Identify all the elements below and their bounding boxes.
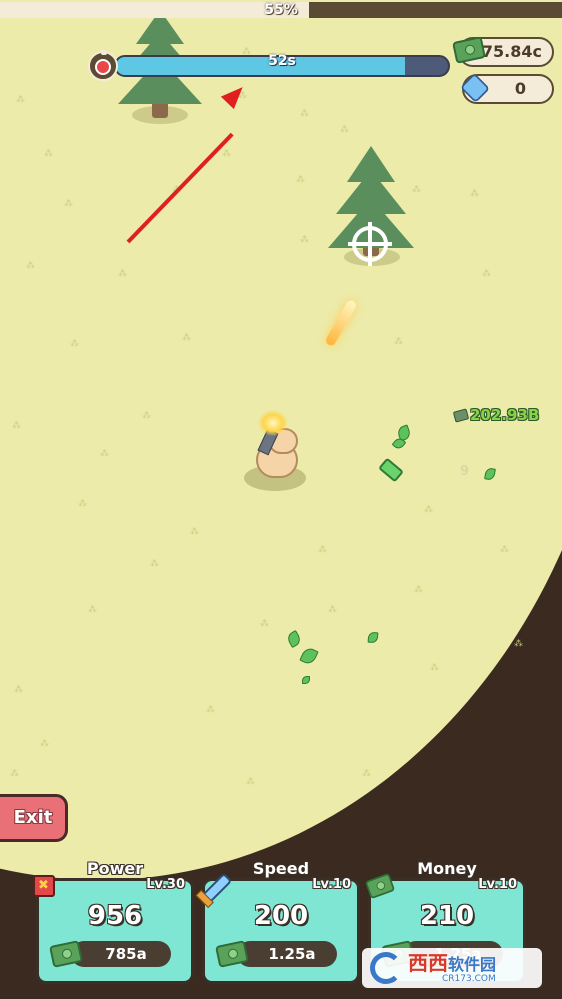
upgrade-value: 210 [419,901,475,931]
grass-tuft: ⁂ [100,449,109,459]
faded-reward: 9 [460,464,470,479]
watermark-brand: 西西 [408,951,448,975]
cash-icon [215,940,249,968]
watermark-logo-icon [370,952,402,984]
watermark-site: CR173.COM [442,974,496,984]
gem-amount: 0 [514,79,526,98]
grass-tuft: ⁂ [482,269,491,279]
grass-tuft: ⁂ [260,619,269,629]
grass-tuft: ⁂ [10,769,19,779]
upgrade-cost: 1.25a [237,941,337,967]
grass-tuft: ⁂ [300,235,309,245]
stopwatch-icon [88,50,118,81]
upgrade-title: Money [417,859,477,878]
grass-tuft: ⁂ [296,175,305,185]
grass-tuft: ⁂ [142,411,151,421]
floating-reward: 202.93B [452,406,540,424]
upgrade-card-power[interactable]: Power Lv.30 956 785a [33,859,194,984]
grass-tuft: ⁂ [88,605,97,615]
grass-tuft: ⁂ [190,527,199,537]
cash-icon [49,940,83,968]
cash-icon [452,36,486,64]
cash-icon [452,408,470,423]
grass-tuft: ⁂ [246,777,255,787]
grass-tuft: ⁂ [340,125,349,135]
muzzle-flash [258,410,288,436]
watermark-text: 西西软件园 [408,952,496,976]
grass-tuft: ⁂ [424,505,433,515]
grass-tuft: ⁂ [500,545,509,555]
grass-tuft: ⁂ [118,269,127,279]
grass-tuft: ⁂ [78,499,87,509]
gem-icon [459,72,491,104]
sword-icon [199,872,233,906]
grass-tuft: ⁂ [414,585,423,595]
grass-tuft: ⁂ [514,639,523,649]
grass-tuft: ⁂ [16,95,25,105]
power-icon [33,875,59,899]
upgrade-title: Power [86,859,144,878]
grass-tuft: ⁂ [26,261,35,271]
grass-tuft: ⁂ [44,149,53,159]
grass-tuft: ⁂ [222,149,231,159]
cash-counter: 175.84c [452,36,554,67]
floating-reward-amount: 202.93B [470,406,540,424]
grass-tuft: ⁂ [318,545,327,555]
game-scene: ⁂⁂⁂⁂⁂⁂⁂⁂⁂⁂⁂⁂⁂⁂⁂⁂⁂⁂⁂⁂⁂⁂⁂⁂⁂⁂⁂⁂⁂⁂⁂⁂⁂⁂⁂⁂⁂⁂⁂⁂… [0,0,562,999]
grass-tuft: ⁂ [300,109,309,119]
grass-tuft: ⁂ [206,705,215,715]
level-progress-bar: 55% [0,2,562,18]
upgrade-title: Speed [252,859,310,878]
grass-tuft: ⁂ [430,663,439,673]
cash-icon [364,872,396,900]
upgrade-cost: 785a [71,941,171,967]
upgrade-value: 200 [253,901,309,931]
grass-tuft: ⁂ [362,769,371,779]
grass-tuft: ⁂ [70,339,79,349]
upgrade-level: Lv.10 [478,877,517,892]
grass-tuft: ⁂ [328,605,337,615]
grass-tuft: ⁂ [150,559,159,569]
level-progress-label: 55% [264,2,298,18]
gem-counter: 0 [459,72,554,104]
grass-tuft: ⁂ [14,685,23,695]
grass-tuft: ⁂ [12,421,21,431]
timer-label: 52s [268,53,296,69]
watermark-suffix: 软件园 [448,955,497,974]
site-watermark: 西西软件园 CR173.COM [362,948,542,988]
upgrade-level: Lv.10 [312,877,351,892]
upgrade-level: Lv.30 [146,877,185,892]
grass-tuft: ⁂ [64,199,73,209]
grass-tuft: ⁂ [182,333,191,343]
target-reticle-icon [348,222,392,266]
upgrade-value: 956 [87,901,143,931]
upgrade-card-speed[interactable]: Speed Lv.10 200 1.25a [199,859,360,984]
grass-tuft: ⁂ [40,739,49,749]
round-timer: 52s [88,50,450,81]
grass-tuft: ⁂ [470,189,479,199]
grass-tuft: ⁂ [394,337,403,347]
exit-button[interactable]: Exit [0,794,68,842]
